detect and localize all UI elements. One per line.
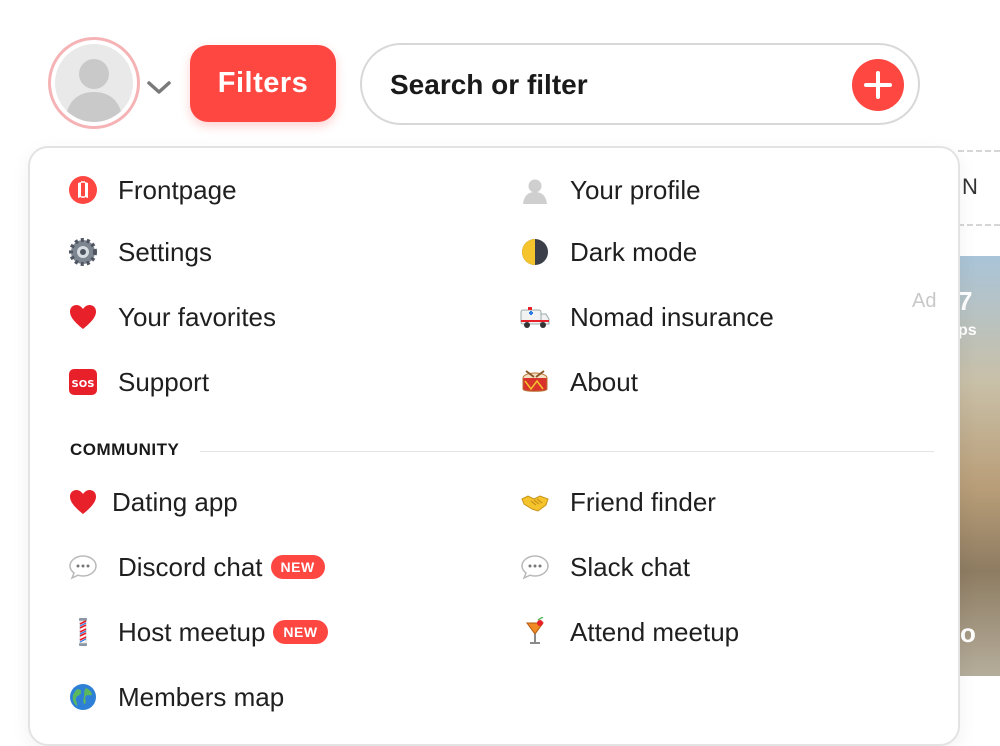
- menu-item-your-profile[interactable]: Your profile: [520, 170, 701, 210]
- menu-item-dating-app[interactable]: Dating app: [68, 482, 238, 522]
- new-badge: NEW: [270, 555, 325, 579]
- plus-icon: [864, 71, 892, 99]
- ad-label: Ad: [912, 290, 937, 312]
- heart-icon: [68, 302, 98, 332]
- menu-item-label: Discord chat: [118, 551, 263, 582]
- background-peek-text: N: [962, 174, 978, 199]
- person-silhouette-icon: [520, 175, 550, 205]
- menu-item-label: Attend meetup: [570, 616, 740, 647]
- menu-item-label: Friend finder: [570, 486, 716, 517]
- svg-text:SOS: SOS: [72, 379, 95, 390]
- new-badge: NEW: [273, 620, 328, 644]
- ad-image-caption: o: [960, 618, 976, 648]
- ad-image-subtext: ps: [958, 322, 977, 339]
- menu-item-label: Host meetup: [118, 616, 266, 647]
- handshake-icon: [520, 487, 550, 517]
- menu-item-label: Dating app: [112, 486, 238, 517]
- speech-bubble-icon: [520, 552, 550, 582]
- gear-icon: [68, 237, 98, 267]
- speech-bubble-icon: [68, 552, 98, 582]
- menu-item-label: Slack chat: [570, 551, 690, 582]
- sos-icon: SOS: [68, 367, 98, 397]
- menu-item-dark-mode[interactable]: Dark mode: [520, 232, 697, 272]
- user-avatar[interactable]: [48, 37, 140, 129]
- menu-item-label: Your profile: [570, 174, 701, 205]
- globe-icon: [68, 682, 98, 712]
- menu-item-members-map[interactable]: Members map: [68, 677, 284, 717]
- menu-item-slack-chat[interactable]: Slack chat: [520, 547, 690, 587]
- nomad-logo-icon: [68, 175, 98, 205]
- cocktail-icon: [520, 617, 550, 647]
- menu-item-label: Your favorites: [118, 301, 277, 332]
- search-input[interactable]: Search or filter: [390, 69, 588, 101]
- menu-item-label: Members map: [118, 681, 285, 712]
- menu-item-host-meetup[interactable]: Host meetup NEW: [68, 612, 328, 652]
- menu-item-support[interactable]: SOS Support: [68, 362, 209, 402]
- menu-item-nomad-insurance[interactable]: Nomad insurance: [520, 297, 774, 337]
- menu-item-about[interactable]: About: [520, 362, 638, 402]
- person-silhouette-icon: [65, 59, 123, 122]
- menu-item-settings[interactable]: Settings: [68, 232, 212, 272]
- menu-item-label: Nomad insurance: [570, 301, 774, 332]
- community-heading: COMMUNITY: [70, 440, 180, 459]
- background-card-strip: N: [958, 150, 1000, 226]
- filters-button[interactable]: Filters: [190, 45, 336, 122]
- menu-item-label: Settings: [118, 236, 212, 267]
- menu-item-frontpage[interactable]: Frontpage: [68, 170, 237, 210]
- heart-icon: [68, 487, 98, 517]
- section-divider: [200, 451, 934, 452]
- menu-item-friend-finder[interactable]: Friend finder: [520, 482, 716, 522]
- menu-item-discord-chat[interactable]: Discord chat NEW: [68, 547, 325, 587]
- menu-item-label: Dark mode: [570, 236, 698, 267]
- add-filter-button[interactable]: [852, 59, 904, 111]
- chevron-down-icon[interactable]: [146, 80, 172, 96]
- dropdown-menu: Ad Frontpage Settings Your favorites SOS…: [28, 146, 960, 746]
- ambulance-icon: [520, 302, 550, 332]
- menu-item-label: Support: [118, 366, 210, 397]
- half-moon-icon: [520, 237, 550, 267]
- menu-item-label: About: [570, 366, 638, 397]
- menu-item-attend-meetup[interactable]: Attend meetup: [520, 612, 739, 652]
- search-bar[interactable]: Search or filter: [360, 43, 920, 125]
- ad-image-text: 7: [958, 286, 973, 316]
- ad-image[interactable]: 7 ps o: [958, 256, 1000, 676]
- drum-icon: [520, 367, 550, 397]
- menu-item-label: Frontpage: [118, 174, 237, 205]
- menu-item-favorites[interactable]: Your favorites: [68, 297, 276, 337]
- barber-pole-icon: [68, 617, 98, 647]
